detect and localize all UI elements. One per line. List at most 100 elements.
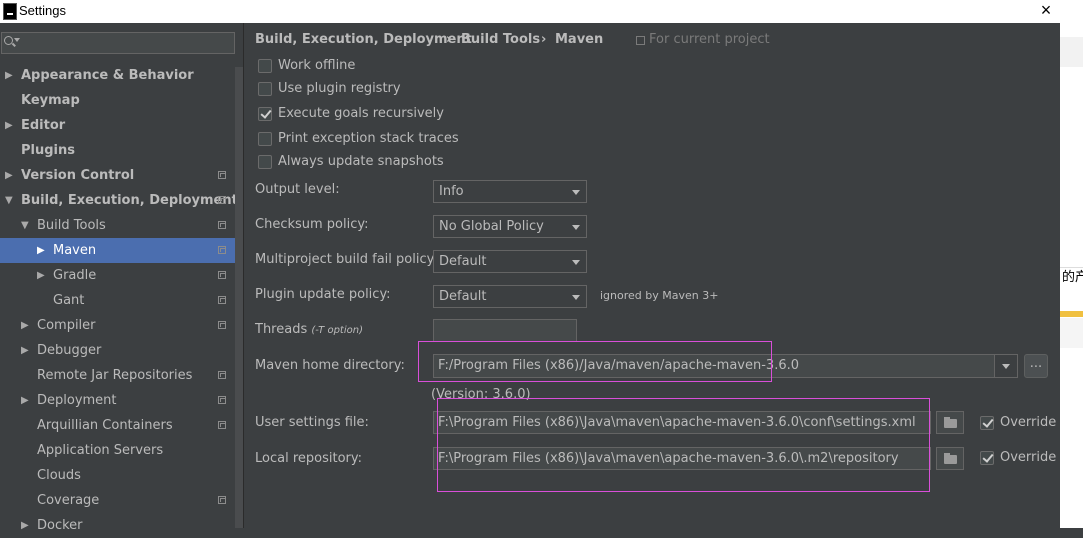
sidebar-item-debugger[interactable]: ▶ Debugger	[0, 338, 235, 363]
sidebar-item-application-servers[interactable]: Application Servers	[0, 438, 235, 463]
expand-arrow-right-icon[interactable]: ▶	[21, 313, 29, 338]
content-scrollbar[interactable]	[1056, 23, 1060, 528]
sidebar-item-build-execution-deployment[interactable]: ▼ Build, Execution, Deployment	[0, 188, 238, 213]
sidebar-item-remote-jar-repositories[interactable]: Remote Jar Repositories	[0, 363, 235, 388]
threads-input[interactable]	[433, 319, 577, 342]
checkbox-box[interactable]	[258, 155, 272, 169]
expand-arrow-right-icon[interactable]: ▶	[37, 238, 45, 263]
project-config-icon	[218, 421, 226, 429]
multiproject-fail-policy-dropdown[interactable]: Default	[433, 250, 587, 273]
sidebar-item-appearance-behavior[interactable]: ▶ Appearance & Behavior	[0, 63, 235, 88]
folder-icon	[944, 417, 957, 428]
sidebar-item-label: Arquillian Containers	[37, 418, 173, 433]
settings-search-input[interactable]	[1, 32, 235, 54]
user-settings-browse-button[interactable]	[936, 411, 964, 434]
sidebar-item-label: Editor	[21, 118, 66, 133]
sidebar-item-clouds[interactable]: Clouds	[0, 463, 235, 488]
expand-arrow-down-icon[interactable]: ▼	[21, 213, 29, 238]
maven-home-label: Maven home directory:	[255, 358, 405, 373]
expand-arrow-down-icon[interactable]: ▼	[5, 188, 13, 213]
search-options-caret-icon[interactable]	[14, 38, 20, 42]
checkbox-box[interactable]	[258, 132, 272, 146]
checkbox-box-checked[interactable]	[258, 107, 272, 121]
expand-arrow-right-icon[interactable]: ▶	[37, 263, 45, 288]
sidebar-item-editor[interactable]: ▶ Editor	[0, 113, 235, 138]
folder-icon	[944, 453, 957, 464]
sidebar-item-label: Plugins	[21, 143, 75, 158]
sidebar-item-build-tools[interactable]: ▼ Build Tools	[0, 213, 235, 238]
project-scope-icon	[636, 36, 645, 45]
expand-arrow-right-icon[interactable]: ▶	[21, 513, 29, 538]
output-level-dropdown[interactable]: Info	[433, 180, 587, 203]
expand-arrow-right-icon[interactable]: ▶	[5, 113, 13, 138]
expand-arrow-right-icon[interactable]: ▶	[5, 163, 13, 188]
project-config-icon	[218, 321, 226, 329]
sidebar-item-label: Keymap	[21, 93, 80, 108]
sidebar-item-label: Appearance & Behavior	[21, 68, 194, 83]
sidebar-item-maven[interactable]: ▶ Maven	[0, 238, 235, 263]
sidebar-item-arquillian-containers[interactable]: Arquillian Containers	[0, 413, 235, 438]
threads-label-text: Threads	[255, 322, 308, 337]
sidebar-item-docker[interactable]: ▶ Docker	[0, 513, 235, 538]
breadcrumb-separator: ›	[541, 32, 547, 47]
local-repository-browse-button[interactable]	[936, 447, 964, 470]
checksum-policy-dropdown[interactable]: No Global Policy	[433, 215, 587, 238]
project-config-icon	[218, 271, 226, 279]
checkbox-label: Always update snapshots	[278, 154, 444, 169]
expand-arrow-right-icon[interactable]: ▶	[21, 388, 29, 413]
dropdown-value: Info	[439, 184, 464, 199]
checkbox-box[interactable]	[258, 82, 272, 96]
close-window-button[interactable]: ×	[1036, 0, 1056, 22]
threads-hint: (-T option)	[311, 325, 363, 336]
sidebar-item-coverage[interactable]: Coverage	[0, 488, 235, 513]
override-label: Override	[1000, 415, 1057, 430]
sidebar-item-compiler[interactable]: ▶ Compiler	[0, 313, 235, 338]
sidebar-item-deployment[interactable]: ▶ Deployment	[0, 388, 235, 413]
checkbox-label: Print exception stack traces	[278, 131, 459, 146]
chevron-down-icon	[572, 225, 580, 230]
expand-arrow-right-icon[interactable]: ▶	[5, 63, 13, 88]
checkbox-label: Use plugin registry	[278, 81, 401, 96]
sidebar-item-gradle[interactable]: ▶ Gradle	[0, 263, 235, 288]
sidebar-item-label: Gant	[53, 293, 85, 308]
sidebar-scrollbar[interactable]	[235, 67, 243, 528]
sidebar-item-label: Gradle	[53, 268, 97, 283]
sidebar-item-label: Maven	[53, 243, 97, 258]
maven-home-browse-button[interactable]: ...	[1024, 354, 1048, 378]
override-label: Override	[1000, 450, 1057, 465]
checkbox-box[interactable]	[258, 59, 272, 73]
user-settings-label: User settings file:	[255, 415, 369, 430]
checksum-policy-label: Checksum policy:	[255, 217, 369, 232]
chevron-down-icon	[572, 190, 580, 195]
breadcrumb-build-tools[interactable]: Build Tools	[461, 32, 540, 47]
sidebar-item-label: Coverage	[37, 493, 100, 508]
chevron-down-icon	[572, 295, 580, 300]
project-config-icon	[218, 171, 226, 179]
breadcrumb-separator: ›	[446, 32, 452, 47]
sidebar-item-plugins[interactable]: Plugins	[0, 138, 235, 163]
sidebar-item-label: Remote Jar Repositories	[37, 368, 193, 383]
sidebar-item-label: Version Control	[21, 168, 135, 183]
expand-arrow-right-icon[interactable]: ▶	[21, 338, 29, 363]
sidebar-item-version-control[interactable]: ▶ Version Control	[0, 163, 235, 188]
title-bar: Settings ×	[0, 0, 1083, 23]
sidebar-item-keymap[interactable]: Keymap	[0, 88, 235, 113]
background-window-text: 的产	[1062, 270, 1083, 285]
maven-home-dropdown-button[interactable]	[994, 354, 1018, 378]
checkbox-box-checked[interactable]	[980, 416, 994, 430]
multiproject-fail-policy-label: Multiproject build fail policy:	[255, 252, 438, 267]
sidebar-item-label: Clouds	[37, 468, 81, 483]
checkbox-label: Work offline	[278, 58, 356, 73]
project-config-icon	[218, 371, 226, 379]
breadcrumb-build-execution-deployment[interactable]: Build, Execution, Deployment	[255, 32, 472, 47]
project-config-icon	[218, 496, 226, 504]
sidebar-item-gant[interactable]: Gant	[0, 288, 235, 313]
plugin-update-note: ignored by Maven 3+	[600, 289, 719, 302]
plugin-update-policy-label: Plugin update policy:	[255, 287, 391, 302]
scope-note: For current project	[649, 32, 770, 47]
checkbox-box-checked[interactable]	[980, 451, 994, 465]
project-config-icon	[218, 296, 226, 304]
plugin-update-policy-dropdown[interactable]: Default	[433, 285, 587, 308]
sidebar-item-label: Application Servers	[37, 443, 164, 458]
local-repository-label: Local repository:	[255, 451, 362, 466]
